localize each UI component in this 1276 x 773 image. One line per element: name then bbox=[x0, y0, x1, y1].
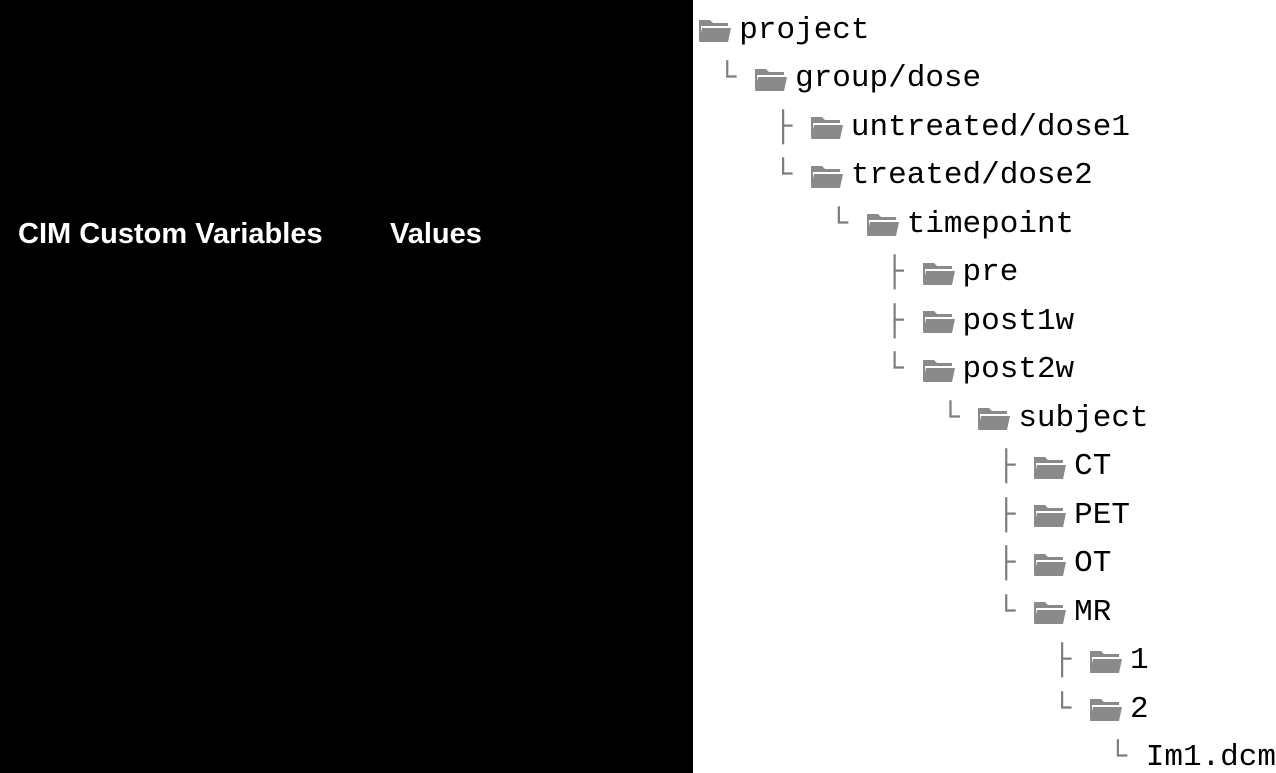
folder-label: OT bbox=[1074, 548, 1111, 579]
folder-label: treated/dose2 bbox=[851, 160, 1093, 191]
tree-row: └ timepoint bbox=[699, 200, 1276, 249]
folder-label: 2 bbox=[1130, 694, 1149, 725]
tree-branch-prefix: └ bbox=[699, 354, 922, 385]
tree-branch-prefix: └ bbox=[699, 694, 1090, 725]
tree-branch-prefix: ├ bbox=[699, 112, 811, 143]
tree-row: ├ PET bbox=[699, 491, 1276, 540]
folder-label: untreated/dose1 bbox=[851, 112, 1130, 143]
directory-tree-panel: project └ group/dose ├ untreated/dose1 └… bbox=[693, 0, 1276, 773]
folder-open-icon bbox=[867, 211, 901, 237]
folder-open-icon bbox=[923, 308, 957, 334]
tree-branch-prefix: ├ bbox=[699, 257, 922, 288]
tree-branch-prefix: └ bbox=[699, 160, 811, 191]
folder-open-icon bbox=[1034, 599, 1068, 625]
folder-label: 1 bbox=[1130, 645, 1149, 676]
folder-open-icon bbox=[1034, 551, 1068, 577]
tree-branch-prefix: └ bbox=[699, 597, 1034, 628]
file-label: Im1.dcm bbox=[1146, 742, 1276, 773]
folder-open-icon bbox=[1034, 502, 1068, 528]
folder-label: CT bbox=[1074, 451, 1111, 482]
left-panel: CIM Custom Variables Values bbox=[0, 0, 693, 773]
folder-open-icon bbox=[755, 66, 789, 92]
folder-label: MR bbox=[1074, 597, 1111, 628]
tree-row: └ Im1.dcm bbox=[699, 734, 1276, 773]
col-header-custom-variables: CIM Custom Variables bbox=[18, 218, 390, 251]
folder-label: project bbox=[739, 15, 869, 46]
folder-open-icon bbox=[923, 357, 957, 383]
tree-branch-prefix: └ bbox=[699, 742, 1145, 773]
tree-branch-prefix: └ bbox=[699, 403, 978, 434]
tree-row: ├ OT bbox=[699, 540, 1276, 589]
folder-open-icon bbox=[811, 114, 845, 140]
tree-row: └ group/dose bbox=[699, 55, 1276, 104]
table-header-row: CIM Custom Variables Values bbox=[18, 218, 482, 251]
col-header-values: Values bbox=[390, 218, 482, 251]
folder-open-icon bbox=[811, 163, 845, 189]
folder-label: pre bbox=[963, 257, 1019, 288]
tree-branch-prefix: ├ bbox=[699, 548, 1034, 579]
tree-row: ├ 1 bbox=[699, 637, 1276, 686]
folder-open-icon bbox=[1090, 648, 1124, 674]
tree-branch-prefix: └ bbox=[699, 209, 866, 240]
folder-label: timepoint bbox=[907, 209, 1074, 240]
folder-open-icon bbox=[1090, 696, 1124, 722]
tree-row: ├ untreated/dose1 bbox=[699, 103, 1276, 152]
tree-row: └ post2w bbox=[699, 346, 1276, 395]
tree-row: └ treated/dose2 bbox=[699, 152, 1276, 201]
tree-row: └ MR bbox=[699, 588, 1276, 637]
folder-label: group/dose bbox=[795, 63, 981, 94]
tree-branch-prefix: └ bbox=[699, 63, 755, 94]
folder-label: post1w bbox=[963, 306, 1075, 337]
folder-open-icon bbox=[923, 260, 957, 286]
tree-branch-prefix: ├ bbox=[699, 451, 1034, 482]
tree-branch-prefix: ├ bbox=[699, 500, 1034, 531]
folder-label: post2w bbox=[963, 354, 1075, 385]
tree-row: ├ post1w bbox=[699, 297, 1276, 346]
tree-row: └ subject bbox=[699, 394, 1276, 443]
folder-open-icon bbox=[978, 405, 1012, 431]
folder-open-icon bbox=[699, 17, 733, 43]
folder-label: subject bbox=[1018, 403, 1148, 434]
tree-row: ├ CT bbox=[699, 443, 1276, 492]
folder-open-icon bbox=[1034, 454, 1068, 480]
tree-branch-prefix: ├ bbox=[699, 306, 922, 337]
folder-label: PET bbox=[1074, 500, 1130, 531]
tree-row: ├ pre bbox=[699, 249, 1276, 298]
tree-row: project bbox=[699, 6, 1276, 55]
tree-branch-prefix: ├ bbox=[699, 645, 1090, 676]
tree-row: └ 2 bbox=[699, 685, 1276, 734]
